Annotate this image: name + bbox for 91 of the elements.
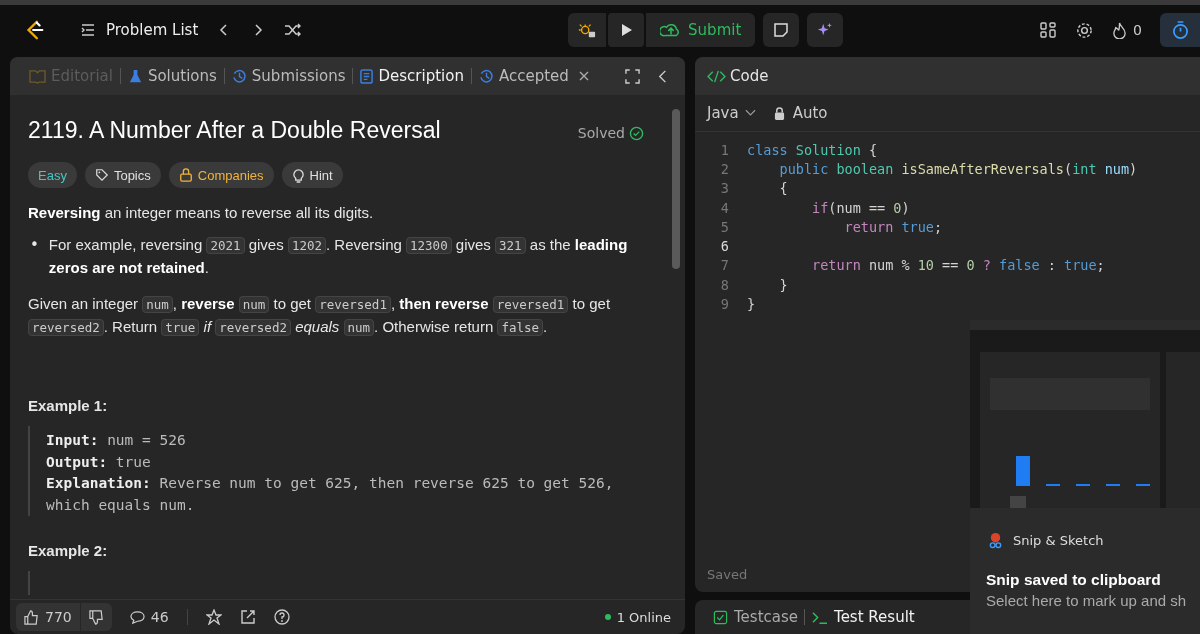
tag-chip[interactable]: Companies xyxy=(168,162,274,188)
terminal-icon xyxy=(811,609,829,625)
line-number: 3 xyxy=(719,180,729,197)
line-number: 5 xyxy=(719,218,729,235)
code-line: return true; xyxy=(843,218,943,235)
line-number: 8 xyxy=(719,276,729,293)
thumbs-down-icon xyxy=(88,609,104,625)
description-text: Reversing an integer means to reverse all its digits. xyxy=(28,203,375,223)
description-text: Given an integer num , reverse num to get reversed1 , then reverse reversed1 to get reversed2 . Return true if reversed2 equals num . Otherwise return false . xyxy=(28,294,612,338)
code-line: { xyxy=(778,180,788,197)
comments-button[interactable]: 46 xyxy=(129,609,169,625)
shuffle-icon[interactable] xyxy=(284,22,303,38)
difficulty-badge: Easy xyxy=(28,162,77,188)
notification-text: Select here to mark up and sh xyxy=(986,592,1187,609)
help-icon[interactable] xyxy=(273,609,290,625)
chevron-down-icon xyxy=(744,109,756,117)
problem-list-button[interactable]: Problem List xyxy=(80,21,199,39)
notification-toast[interactable]: Snip & Sketch Snip saved to clipboard Select here to mark up and sh xyxy=(970,320,1200,634)
example-line: Input: num = 526 xyxy=(46,431,187,450)
history-icon xyxy=(231,68,247,84)
line-number: 9 xyxy=(719,296,729,312)
close-icon[interactable] xyxy=(577,70,590,82)
panel-tab[interactable]: Testcase xyxy=(707,608,805,626)
panel-tab[interactable]: Submissions xyxy=(224,67,353,85)
history-icon xyxy=(478,68,494,84)
timer-button[interactable] xyxy=(1160,13,1200,47)
bug-icon xyxy=(578,21,597,39)
code-line: } xyxy=(747,296,756,312)
code-line: public boolean isSameAfterReversals(int num) xyxy=(778,160,1138,177)
thumbs-up-icon xyxy=(24,609,39,625)
tag-chip[interactable]: Hint xyxy=(281,162,343,188)
settings-icon[interactable] xyxy=(1075,20,1095,40)
logo-icon[interactable] xyxy=(24,19,46,41)
code-line: class Solution { xyxy=(747,141,878,158)
stopwatch-icon xyxy=(1171,20,1189,40)
streak-button[interactable]: 0 xyxy=(1112,21,1142,39)
layout-icon[interactable] xyxy=(1039,21,1058,39)
lock-icon xyxy=(773,106,785,120)
line-number: 2 xyxy=(719,160,729,177)
tag-chip[interactable]: Topics xyxy=(84,162,161,188)
document-icon xyxy=(360,68,374,84)
checkbox-icon xyxy=(713,609,728,625)
panel-tab[interactable]: Test Result xyxy=(805,608,921,626)
bullet-marker: • xyxy=(30,235,39,256)
list-icon xyxy=(80,22,96,38)
flask-icon xyxy=(127,68,143,84)
line-number: 6 xyxy=(719,238,729,255)
lightbulb-icon xyxy=(291,167,305,183)
notification-title: Snip saved to clipboard xyxy=(986,571,1161,589)
code-line: return num % 10 == 0 ? false : true; xyxy=(811,257,1105,274)
code-icon xyxy=(707,68,726,84)
ai-assistant-button[interactable] xyxy=(807,13,844,47)
note-icon xyxy=(773,22,790,38)
line-number: 4 xyxy=(719,199,729,216)
like-button[interactable]: 770 xyxy=(16,603,80,631)
fullscreen-icon[interactable] xyxy=(625,68,640,84)
scissors-icon xyxy=(988,532,1003,549)
tag-icon xyxy=(94,168,109,182)
language-dropdown[interactable]: Java xyxy=(707,104,756,122)
code-panel-title: Code xyxy=(730,67,769,85)
example-heading: Example 1: xyxy=(28,397,109,414)
online-dot xyxy=(604,614,611,620)
note-button[interactable] xyxy=(763,13,800,47)
description-text: For example, reversing 2021 gives 1202 . Reversing 12300 gives 321 as the leading zeros are not retained. xyxy=(48,235,629,278)
share-icon[interactable] xyxy=(239,609,256,625)
panel-tab[interactable]: Description xyxy=(353,67,471,85)
book-icon xyxy=(29,68,46,84)
auto-mode-label: Auto xyxy=(792,104,828,122)
example-line: Output: true xyxy=(46,452,152,472)
notification-app-name: Snip & Sketch xyxy=(1013,533,1104,548)
submit-button[interactable]: Submit xyxy=(646,13,756,47)
check-circle-icon xyxy=(629,125,644,141)
comment-icon xyxy=(129,609,145,625)
online-count: 1 Online xyxy=(616,609,671,625)
example-heading: Example 2: xyxy=(28,542,109,559)
saved-status: Saved xyxy=(707,567,748,582)
problem-title: 2119. A Number After a Double Reversal xyxy=(28,117,441,144)
line-number: 7 xyxy=(719,257,729,274)
dislike-button[interactable] xyxy=(80,603,112,631)
solved-status: Solved xyxy=(577,125,625,141)
lock-icon xyxy=(178,168,193,182)
star-icon[interactable] xyxy=(205,609,222,625)
panel-tab[interactable]: Accepted xyxy=(471,67,576,85)
panel-tab[interactable]: Solutions xyxy=(120,67,224,85)
run-button[interactable] xyxy=(608,13,645,47)
flame-icon xyxy=(1112,21,1128,39)
example-line: Explanation: Reverse num to get 625, then reverse 625 to get 526, which equals num. xyxy=(46,474,615,515)
code-line: if(num == 0) xyxy=(811,199,910,216)
code-line: } xyxy=(778,276,788,293)
line-number: 1 xyxy=(719,141,729,158)
debug-button[interactable] xyxy=(568,13,607,47)
